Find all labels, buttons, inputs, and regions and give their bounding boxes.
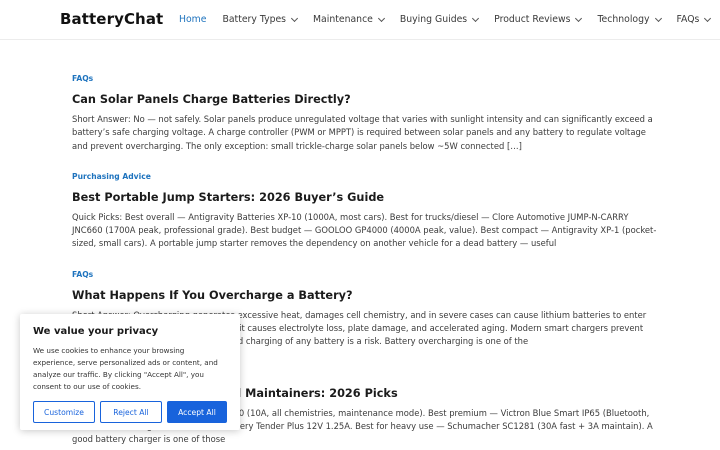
post-excerpt: Short Answer: No — not safely. Solar pan… xyxy=(72,114,653,151)
nav-item-label: Maintenance xyxy=(313,14,373,25)
chevron-down-icon xyxy=(290,14,299,22)
nav-item-label: Technology xyxy=(597,14,650,25)
post-category-link[interactable]: FAQs xyxy=(72,72,662,86)
cookie-title: We value your privacy xyxy=(33,326,159,337)
chevron-down-icon xyxy=(704,14,712,22)
post-card: Purchasing Advice Best Portable Jump Sta… xyxy=(72,170,662,251)
post-title-link[interactable]: Best Portable Jump Starters: 2026 Buyer’… xyxy=(72,190,662,206)
post-title-link[interactable]: Can Solar Panels Charge Batteries Direct… xyxy=(72,92,662,108)
post-card: FAQs Can Solar Panels Charge Batteries D… xyxy=(72,72,662,153)
chevron-down-icon xyxy=(575,14,583,22)
nav-item-faqs[interactable]: FAQs xyxy=(676,14,712,25)
site-header: BatteryChat Home Battery Types Maintenan… xyxy=(0,0,720,40)
nav-item-label: Product Reviews xyxy=(494,14,571,25)
site-logo[interactable]: BatteryChat xyxy=(60,10,163,28)
nav-item-technology[interactable]: Technology xyxy=(597,14,662,25)
post-excerpt: Quick Picks: Best overall — Antigravity … xyxy=(72,211,657,249)
cookie-button-row: Customize Reject All Accept All xyxy=(33,401,228,423)
nav-item-home[interactable]: Home xyxy=(179,14,206,25)
post-category-link[interactable]: Purchasing Advice xyxy=(72,170,662,184)
post-category-link[interactable]: FAQs xyxy=(72,268,662,282)
reject-all-button[interactable]: Reject All xyxy=(99,401,162,423)
nav-item-battery-types[interactable]: Battery Types xyxy=(222,14,299,25)
cookie-description: We use cookies to enhance your browsing … xyxy=(33,346,218,391)
nav-item-label: Battery Types xyxy=(222,14,287,25)
accept-all-button[interactable]: Accept All xyxy=(166,401,228,423)
nav-item-label: Buying Guides xyxy=(399,14,468,25)
chevron-down-icon xyxy=(377,14,385,22)
chevron-down-icon xyxy=(654,14,662,22)
cookie-consent-banner: We value your privacy We use cookies to … xyxy=(20,314,240,430)
nav-item-product-reviews[interactable]: Product Reviews xyxy=(494,14,583,25)
customize-button[interactable]: Customize xyxy=(33,401,95,423)
nav-item-label: FAQs xyxy=(676,14,700,25)
chevron-down-icon xyxy=(472,14,480,22)
nav-item-label: Home xyxy=(179,14,207,25)
post-title-link[interactable]: What Happens If You Overcharge a Battery… xyxy=(72,288,662,304)
main-nav: Home Battery Types Maintenance Buying Gu… xyxy=(179,14,720,25)
nav-item-maintenance[interactable]: Maintenance xyxy=(313,14,385,25)
nav-item-buying-guides[interactable]: Buying Guides xyxy=(399,14,480,25)
